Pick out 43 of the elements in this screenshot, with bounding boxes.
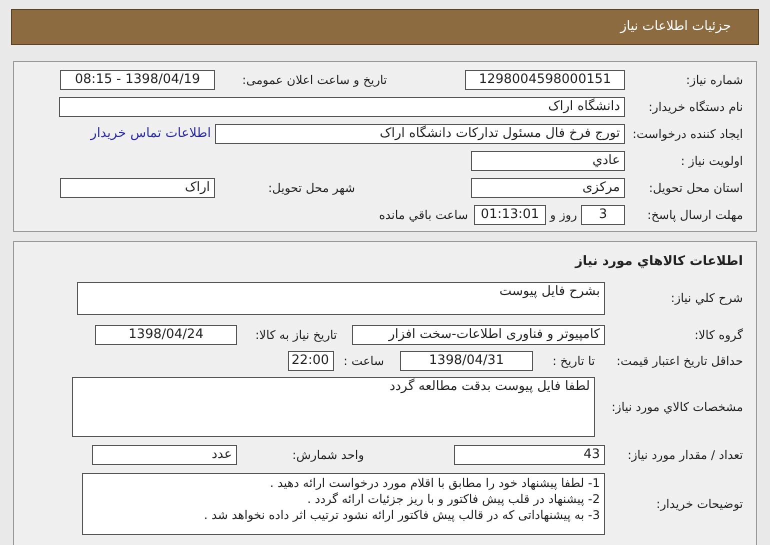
contact-buyer-link[interactable]: اطلاعات تماس خریدار — [90, 124, 211, 144]
field-value: تورج فرخ فال مسئول تدارکات دانشگاه اراک — [215, 124, 625, 144]
field-label: تاریخ نیاز به کالا: — [254, 326, 337, 344]
field-value: 01:13:01 — [474, 205, 546, 225]
field-value: دانشگاه اراک — [59, 97, 625, 117]
field-label: توضیحات خریدار: — [655, 496, 743, 512]
note-line: 1- لطفا پیشنهاد خود را مطابق با اقلام مورد درخواست ارائه دهید . — [268, 474, 600, 490]
field-label: شماره نیاز: — [685, 72, 743, 89]
field-label: حداقل تاریخ اعتبار قیمت: — [615, 352, 743, 370]
field-label: تاریخ و ساعت اعلان عمومی: — [241, 72, 387, 89]
section-title: اطلاعات کالاهاي مورد نياز — [574, 253, 743, 271]
field-label: نام دستگاه خریدار: — [648, 99, 743, 116]
field-value: 1398/04/24 — [95, 324, 237, 344]
field-value: عادي — [471, 151, 625, 171]
field-value: 1398/04/31 — [400, 350, 533, 370]
field-value: اراک — [60, 178, 215, 198]
field-value: کامپیوتر و فناوری اطلاعات-سخت افزار — [352, 324, 605, 344]
field-value: بشرح فایل پیوست — [77, 282, 605, 314]
field-label: روز و — [550, 207, 577, 224]
field-value: 22:00 — [288, 350, 334, 370]
field-label: اولویت نیاز : — [680, 153, 743, 170]
note-line: 2- پیشنهاد در قلب پیش فاکتور و با ریز جزئیات ارائه گردد . — [306, 490, 600, 506]
field-label: استان محل تحویل: — [648, 180, 743, 197]
field-label: تا تاریخ : — [551, 352, 595, 370]
field-label: شهر محل تحویل: — [267, 180, 355, 197]
field-label: ساعت باقي مانده — [378, 207, 468, 224]
note-line: 3- به پیشنهاداتی که در قالب پیش فاکتور ارائه نشود ترتیب اثر داده نخواهد شد . — [202, 506, 600, 522]
field-value: 1398/04/19 - 08:15 — [60, 70, 215, 90]
field-label: ساعت : — [342, 352, 384, 370]
field-label: واحد شمارش: — [291, 446, 364, 464]
field-label: تعداد / مقدار مورد نیاز: — [626, 446, 743, 464]
field-label: شرح کلي نياز: — [670, 290, 743, 307]
field-label: گروه کالا: — [694, 326, 743, 344]
field-value: لطفا فایل پیوست بدقت مطالعه گردد — [72, 376, 595, 436]
field-value: 43 — [454, 444, 605, 464]
field-value: مرکزی — [471, 178, 625, 198]
field-value: عدد — [92, 444, 237, 464]
field-value: 1298004598000151 — [465, 70, 625, 90]
field-value: 3 — [581, 205, 625, 225]
field-label: مشخصات کالاي مورد نياز: — [610, 398, 743, 416]
field-label: مهلت ارسال پاسخ: — [646, 207, 743, 224]
field-label: ایجاد کننده درخواست: — [631, 126, 743, 143]
page-title: جزئیات اطلاعات نیاز — [620, 18, 731, 36]
